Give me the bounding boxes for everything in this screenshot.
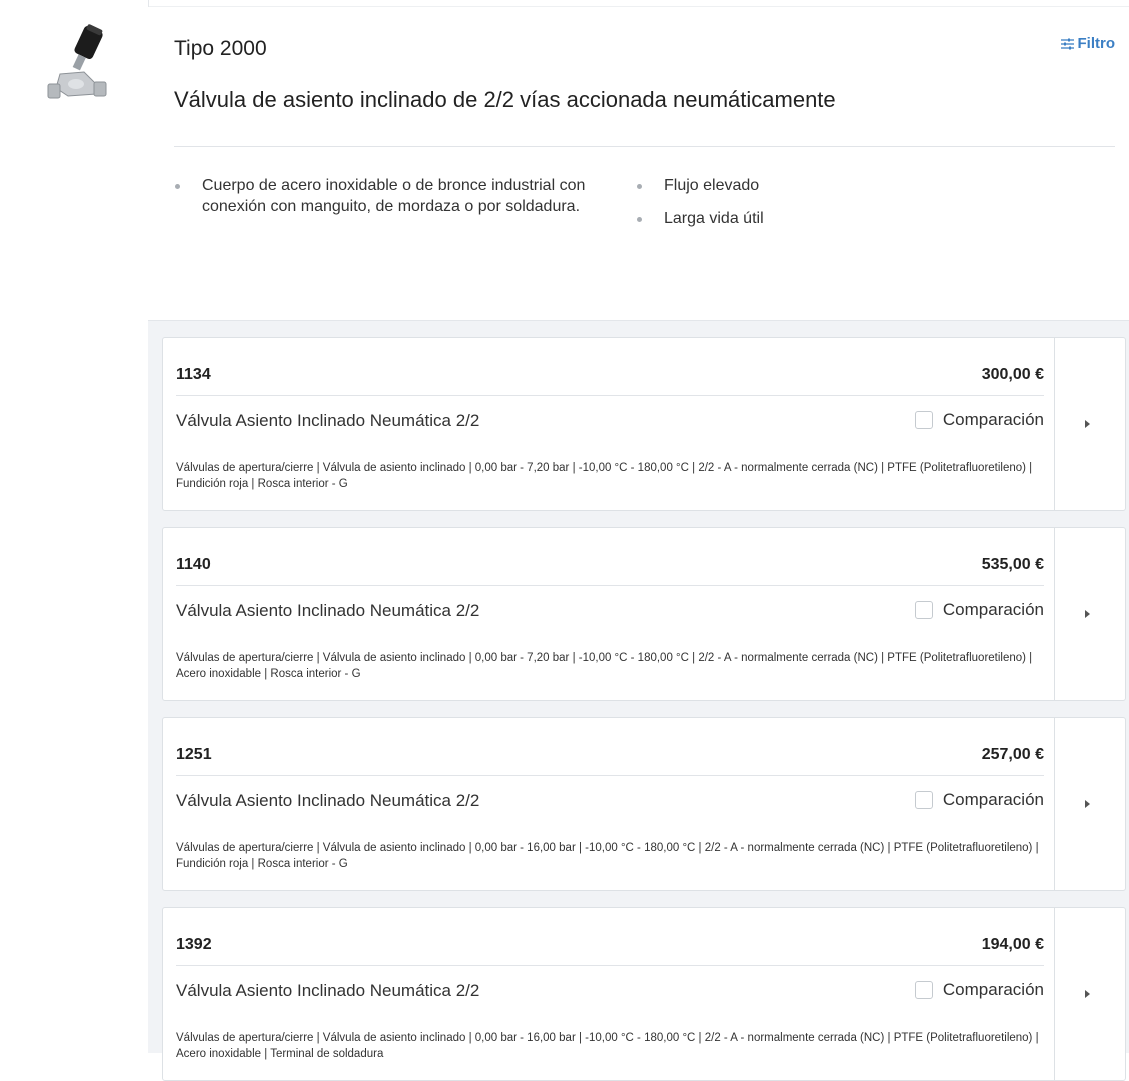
divider [176,965,1044,966]
product-list: 1134 300,00 € Válvula Asiento Inclinado … [148,320,1129,1081]
product-card[interactable]: 1392 194,00 € Válvula Asiento Inclinado … [162,907,1126,1081]
product-family-description: Válvula de asiento inclinado de 2/2 vías… [174,87,836,112]
product-specs: Válvulas de apertura/cierre | Válvula de… [176,842,1039,870]
product-name: Válvula Asiento Inclinado Neumática 2/2 [176,411,480,430]
product-code: 1392 [176,936,212,953]
product-card-body[interactable]: 1392 194,00 € Válvula Asiento Inclinado … [163,908,1057,1080]
product-family-header: Tipo 2000 Filtro Válvula de asiento incl… [148,7,1129,320]
chevron-right-icon [1085,610,1090,618]
divider [176,775,1044,776]
open-product-button[interactable] [1054,718,1125,890]
product-specs: Válvulas de apertura/cierre | Válvula de… [176,1032,1039,1060]
product-name: Válvula Asiento Inclinado Neumática 2/2 [176,601,480,620]
product-name: Válvula Asiento Inclinado Neumática 2/2 [176,791,480,810]
divider [176,585,1044,586]
open-product-button[interactable] [1054,908,1125,1080]
product-price: 194,00 € [981,936,1044,953]
compare-checkbox[interactable]: Comparación [914,410,1044,430]
bullet-icon [637,184,642,189]
feature-text: Larga vida útil [664,210,764,227]
checkbox[interactable] [914,791,933,809]
product-price: 257,00 € [981,746,1044,763]
checkbox[interactable] [914,981,933,999]
open-product-button[interactable] [1054,338,1125,510]
compare-label: Comparación [942,980,1044,999]
chevron-right-icon [1085,420,1090,428]
compare-checkbox[interactable]: Comparación [914,600,1044,620]
product-code: 1140 [176,556,211,573]
compare-label: Comparación [942,410,1044,429]
chevron-right-icon [1085,800,1090,808]
product-price: 300,00 € [981,366,1044,383]
checkbox[interactable] [914,411,933,429]
product-price: 535,00 € [981,556,1044,573]
product-specs: Válvulas de apertura/cierre | Válvula de… [176,652,1033,680]
filter-button[interactable]: Filtro [1060,35,1116,52]
product-card-body[interactable]: 1134 300,00 € Válvula Asiento Inclinado … [163,338,1057,510]
compare-checkbox[interactable]: Comparación [914,790,1044,810]
sliders-icon [1060,38,1074,49]
feature-text: Cuerpo de acero inoxidable o de bronce i… [202,177,586,215]
checkbox[interactable] [914,601,933,619]
product-code: 1134 [176,366,211,383]
product-specs: Válvulas de apertura/cierre | Válvula de… [176,462,1033,490]
product-card[interactable]: 1140 535,00 € Válvula Asiento Inclinado … [162,527,1126,701]
bullet-icon [175,184,180,189]
product-card-body[interactable]: 1140 535,00 € Válvula Asiento Inclinado … [163,528,1057,700]
bullet-icon [637,217,642,222]
compare-label: Comparación [942,790,1044,809]
chevron-right-icon [1085,990,1090,998]
product-card-body[interactable]: 1251 257,00 € Válvula Asiento Inclinado … [163,718,1057,890]
product-card[interactable]: 1251 257,00 € Válvula Asiento Inclinado … [162,717,1126,891]
product-image-column [0,0,149,1052]
open-product-button[interactable] [1054,528,1125,700]
divider [176,395,1044,396]
product-code: 1251 [176,746,212,763]
feature-text: Flujo elevado [664,177,760,194]
compare-checkbox[interactable]: Comparación [914,980,1044,1000]
compare-label: Comparación [942,600,1044,619]
filter-label: Filtro [1077,35,1116,52]
valve-product-image [47,24,107,99]
product-card[interactable]: 1134 300,00 € Válvula Asiento Inclinado … [162,337,1126,511]
page-title: Tipo 2000 [174,37,267,60]
product-name: Válvula Asiento Inclinado Neumática 2/2 [176,981,480,1000]
divider [174,146,1115,147]
